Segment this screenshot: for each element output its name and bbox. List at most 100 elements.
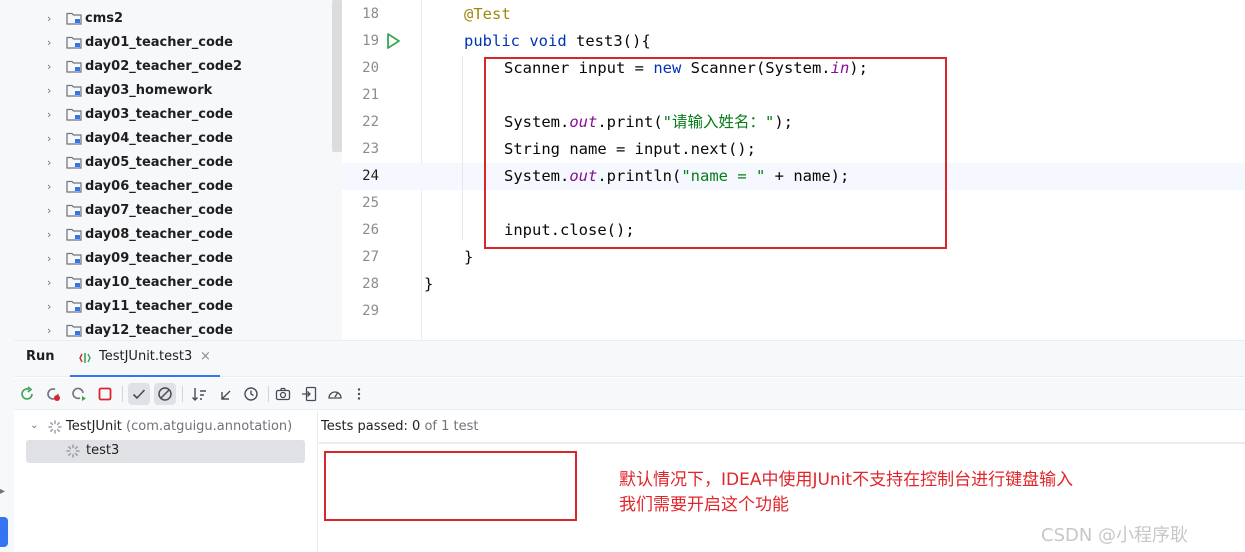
chevron-right-icon[interactable]: › <box>47 36 51 50</box>
module-folder-icon <box>66 84 82 97</box>
code-line[interactable]: 29 <box>342 298 1245 325</box>
run-tool-title: Run <box>26 349 55 364</box>
code-token: @Test <box>464 5 511 23</box>
project-tree-item[interactable]: › day02_teacher_code2 <box>14 55 332 79</box>
rerun-icon <box>21 386 33 400</box>
status-total: of 1 test <box>420 419 479 434</box>
chevron-right-icon[interactable]: › <box>47 228 51 242</box>
project-tree-scrollbar[interactable] <box>332 0 342 152</box>
chevron-right-icon[interactable]: › <box>47 108 51 122</box>
project-tree-item-label: day08_teacher_code <box>85 227 233 242</box>
status-prefix: Tests passed: <box>321 419 413 434</box>
screenshot-button[interactable] <box>272 383 294 405</box>
project-tree-item[interactable]: › day03_homework <box>14 79 332 103</box>
more-options-button[interactable] <box>348 383 370 405</box>
rerun-button[interactable] <box>16 383 38 405</box>
project-tree-item[interactable]: › day03_teacher_code <box>14 103 332 127</box>
chevron-down-icon[interactable]: ⌄ <box>30 420 38 431</box>
run-tool-window: Run TestJUnit.test3 × ⌄ TestJUnit (com.a… <box>14 340 1245 552</box>
module-folder-icon <box>66 12 82 25</box>
show-ignored-button[interactable] <box>154 383 176 405</box>
chevron-right-icon[interactable]: › <box>47 252 51 266</box>
sort-button[interactable] <box>188 383 210 405</box>
toolbar-separator <box>268 386 269 402</box>
project-tree-item[interactable]: › day01_teacher_code <box>14 31 332 55</box>
rerun-auto-button[interactable] <box>68 383 90 405</box>
toolbar-separator <box>182 386 183 402</box>
chevron-right-icon[interactable]: › <box>47 12 51 26</box>
code-line[interactable]: 19 public void test3(){ <box>342 28 1245 55</box>
test-suite-row[interactable]: ⌄ TestJUnit (com.atguigu.annotation) <box>26 416 305 439</box>
chevron-right-icon[interactable]: › <box>47 60 51 74</box>
line-number: 26 <box>362 222 379 238</box>
module-folder-icon <box>66 36 82 49</box>
console-output[interactable]: Tests passed: 0 of 1 test 默认情况下，IDEA中使用J… <box>319 411 1245 552</box>
project-tree-item[interactable]: › day05_teacher_code <box>14 151 332 175</box>
stop-button[interactable] <box>94 383 116 405</box>
chevron-right-icon[interactable]: › <box>47 324 51 338</box>
test-method-label: test3 <box>86 443 120 458</box>
show-passed-button[interactable] <box>128 383 150 405</box>
import-tests-button[interactable] <box>298 383 320 405</box>
project-tree-item[interactable]: › day10_teacher_code <box>14 271 332 295</box>
module-folder-icon <box>66 324 82 337</box>
module-folder-icon <box>66 132 82 145</box>
run-tab-label: TestJUnit.test3 <box>99 349 193 364</box>
project-tree-item-label: day05_teacher_code <box>85 155 233 170</box>
module-folder-icon <box>66 228 82 241</box>
project-tree-item[interactable]: › cms2 <box>14 7 332 31</box>
chevron-right-icon[interactable]: › <box>47 156 51 170</box>
project-tree-item[interactable]: › day11_teacher_code <box>14 295 332 319</box>
code-line[interactable]: 28} <box>342 271 1245 298</box>
history-button[interactable] <box>240 383 262 405</box>
junit-icon <box>79 353 91 363</box>
close-icon[interactable]: × <box>200 349 211 364</box>
chevron-right-icon[interactable]: › <box>47 276 51 290</box>
code-editor[interactable]: 18 @Test 19 public void test3(){20 Scanner i… <box>342 0 1245 340</box>
project-tree-item-label: day03_homework <box>85 83 213 98</box>
project-tree-item[interactable]: › day07_teacher_code <box>14 199 332 223</box>
rerun-failed-button[interactable] <box>42 383 64 405</box>
chevron-right-icon[interactable]: › <box>47 204 51 218</box>
project-tree-item-label: day02_teacher_code2 <box>85 59 243 74</box>
project-tree-item-label: day04_teacher_code <box>85 131 233 146</box>
chevron-right-icon[interactable]: › <box>47 84 51 98</box>
ignored-icon <box>158 387 172 401</box>
code-text: @Test <box>464 5 511 24</box>
chevron-right-icon[interactable]: › <box>47 132 51 146</box>
project-tree-item[interactable]: › day12_teacher_code <box>14 319 332 340</box>
run-test-gutter-icon[interactable] <box>384 32 402 50</box>
module-folder-icon <box>66 60 82 73</box>
line-number: 20 <box>362 60 379 76</box>
line-number: 24 <box>362 168 379 184</box>
test-method-row[interactable]: test3 <box>26 440 305 463</box>
active-tool-indicator[interactable] <box>0 517 8 547</box>
code-token: public <box>464 32 520 50</box>
project-tree-item-label: day12_teacher_code <box>85 323 233 338</box>
line-number: 18 <box>362 6 379 22</box>
module-folder-icon <box>66 156 82 169</box>
annotation-note: 默认情况下，IDEA中使用JUnit不支持在控制台进行键盘输入 我们需要开启这个… <box>619 468 1073 518</box>
watermark: CSDN @小程序耿 <box>1041 525 1189 546</box>
project-tree-item[interactable]: › day08_teacher_code <box>14 223 332 247</box>
annotation-line-2: 我们需要开启这个功能 <box>619 495 789 515</box>
stop-icon <box>98 387 112 401</box>
line-number: 28 <box>362 276 379 292</box>
module-folder-icon <box>66 204 82 217</box>
project-tree-item[interactable]: › day06_teacher_code <box>14 175 332 199</box>
project-tree-item-label: day07_teacher_code <box>85 203 233 218</box>
project-tree-item-label: day10_teacher_code <box>85 275 233 290</box>
project-tree-item-label: day11_teacher_code <box>85 299 233 314</box>
chevron-right-icon[interactable]: › <box>47 180 51 194</box>
code-text: } <box>424 275 433 294</box>
project-tree-item[interactable]: › day09_teacher_code <box>14 247 332 271</box>
project-tree-item[interactable]: › day04_teacher_code <box>14 127 332 151</box>
code-line[interactable]: 18 @Test <box>342 1 1245 28</box>
chevron-right-icon[interactable]: › <box>47 300 51 314</box>
tab-testjunit-test3[interactable]: TestJUnit.test3 × <box>70 341 220 377</box>
line-number: 21 <box>362 87 379 103</box>
collapse-all-button[interactable] <box>214 383 236 405</box>
coverage-button[interactable] <box>324 383 346 405</box>
project-tree-rows: › cms2 › day01_teacher_code › day02_teacher_c… <box>14 7 332 340</box>
code-text: public void test3(){ <box>464 32 651 51</box>
